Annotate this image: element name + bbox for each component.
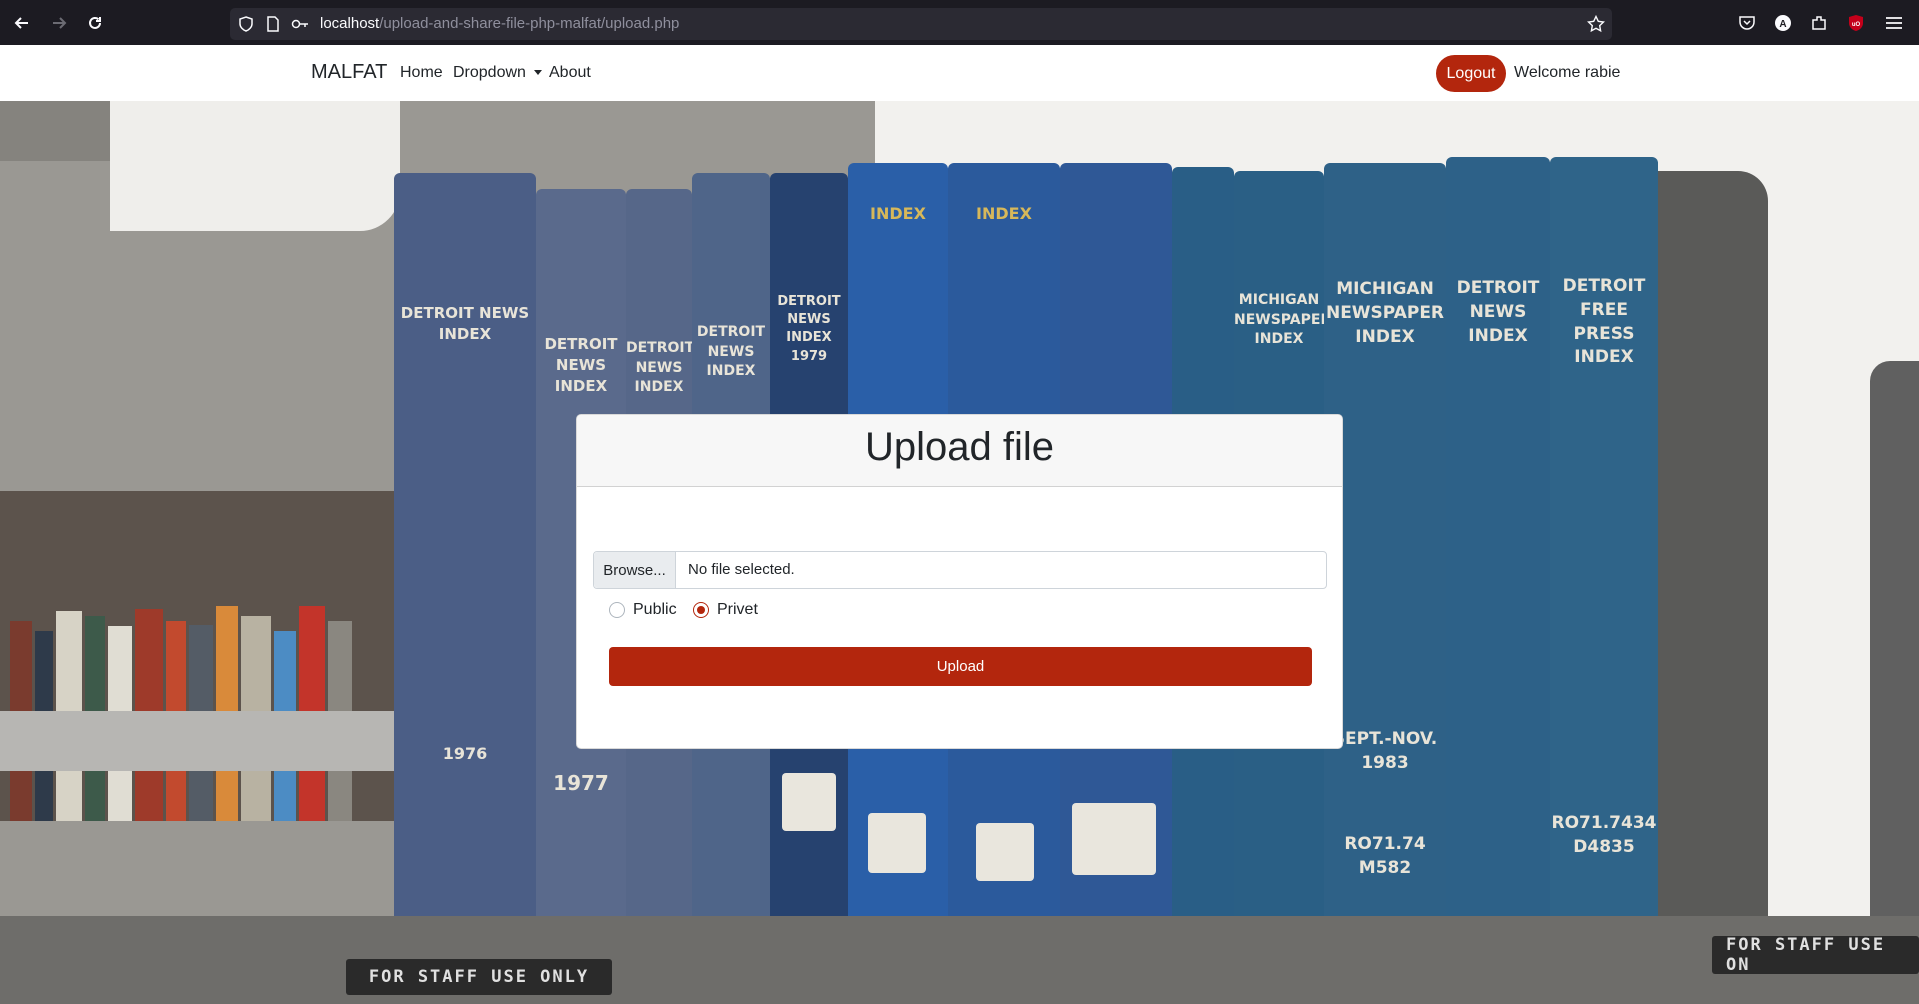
ublock-icon[interactable]: uO [1845, 12, 1867, 34]
shield-icon[interactable] [236, 14, 256, 34]
shelf-board [0, 711, 420, 771]
metal-bookend [1870, 361, 1919, 933]
nav-link-about[interactable]: About [549, 64, 591, 82]
staff-only-sign-cropped: FOR STAFF USE ON [1712, 935, 1919, 975]
radio-privet[interactable] [693, 602, 709, 618]
book-spine: DETROIT NEWS INDEX [1446, 157, 1550, 933]
book-sticker [782, 773, 836, 831]
book-label: MICHIGAN NEWSPAPER INDEX [1234, 292, 1332, 348]
extensions-icon[interactable] [1808, 12, 1830, 34]
browse-button[interactable]: Browse... [594, 552, 676, 588]
radio-public-label[interactable]: Public [633, 601, 677, 619]
book-label: MICHIGAN NEWSPAPER INDEX [1325, 279, 1445, 347]
book-label: DETROIT NEWS INDEX 1979 [777, 294, 841, 364]
card-header: Upload file [577, 415, 1342, 487]
book-sticker [1072, 803, 1156, 875]
radio-privet-label[interactable]: Privet [717, 601, 758, 619]
shelf-light [110, 101, 400, 231]
small-books [0, 491, 400, 821]
book-label: DETROIT NEWS INDEX [696, 324, 766, 380]
address-bar[interactable]: localhost/upload-and-share-file-php-malf… [230, 8, 1612, 40]
forward-button[interactable] [45, 9, 73, 37]
brand-logo[interactable]: MALFAT [311, 61, 387, 84]
svg-text:uO: uO [1852, 22, 1861, 28]
book-label: DETROIT NEWS INDEX [400, 304, 530, 343]
pocket-icon[interactable] [1736, 12, 1758, 34]
book-label: INDEX [976, 204, 1032, 223]
reload-button[interactable] [81, 9, 109, 37]
url-text[interactable]: localhost/upload-and-share-file-php-malf… [320, 15, 679, 32]
menu-icon[interactable] [1883, 12, 1905, 34]
reload-icon [89, 16, 101, 29]
staff-only-sign: FOR STAFF USE ONLY [346, 959, 612, 995]
nav-link-home[interactable]: Home [400, 64, 443, 82]
nav-dropdown[interactable]: Dropdown [453, 64, 542, 82]
back-arrow-icon [14, 17, 28, 29]
book-callnumber: RO71.7434 D4835 [1551, 813, 1657, 857]
book-year: 1977 [553, 771, 609, 795]
browser-toolbar: localhost/upload-and-share-file-php-malf… [0, 0, 1919, 45]
bottom-shelf [0, 916, 1919, 1004]
book-spine: DETROIT FREE PRESS INDEX RO71.7434 D4835 [1550, 157, 1658, 933]
page-icon[interactable] [263, 14, 283, 34]
bookmark-star-icon[interactable] [1586, 14, 1606, 34]
book-callnumber: RO71.74 M582 [1344, 834, 1426, 878]
upload-button[interactable]: Upload [609, 647, 1312, 686]
book-label: DETROIT FREE PRESS INDEX [1562, 276, 1646, 368]
url-host: localhost [320, 15, 380, 32]
book-year: 1976 [442, 744, 488, 763]
site-navbar: MALFAT Home Dropdown About Logout Welcom… [0, 45, 1919, 101]
page-title: Upload file [864, 425, 1054, 469]
url-path: /upload-and-share-file-php-malfat/upload… [379, 15, 680, 32]
back-button[interactable] [8, 9, 36, 37]
forward-arrow-icon [53, 17, 67, 29]
metal-bookend [1658, 171, 1768, 933]
book-label: DETROIT NEWS INDEX [544, 335, 618, 395]
radio-public[interactable] [609, 602, 625, 618]
key-icon[interactable] [290, 14, 310, 34]
nav-dropdown-label: Dropdown [453, 64, 526, 81]
book-label: DETROIT NEWS INDEX [626, 340, 695, 396]
book-sticker [976, 823, 1034, 881]
file-input[interactable]: Browse... No file selected. [593, 551, 1327, 589]
upload-card: Upload file Browse... No file selected. … [576, 414, 1343, 749]
welcome-text: Welcome rabie [1514, 64, 1621, 81]
book-label: DETROIT NEWS INDEX [1456, 278, 1540, 346]
caret-down-icon [533, 70, 542, 76]
logout-button[interactable]: Logout [1436, 55, 1506, 92]
book-sticker [868, 813, 926, 873]
svg-text:A: A [1779, 19, 1786, 30]
account-icon[interactable]: A [1772, 12, 1794, 34]
book-label: INDEX [870, 204, 926, 223]
book-spine: DETROIT NEWS INDEX 1976 [394, 173, 536, 933]
file-status: No file selected. [688, 561, 795, 578]
